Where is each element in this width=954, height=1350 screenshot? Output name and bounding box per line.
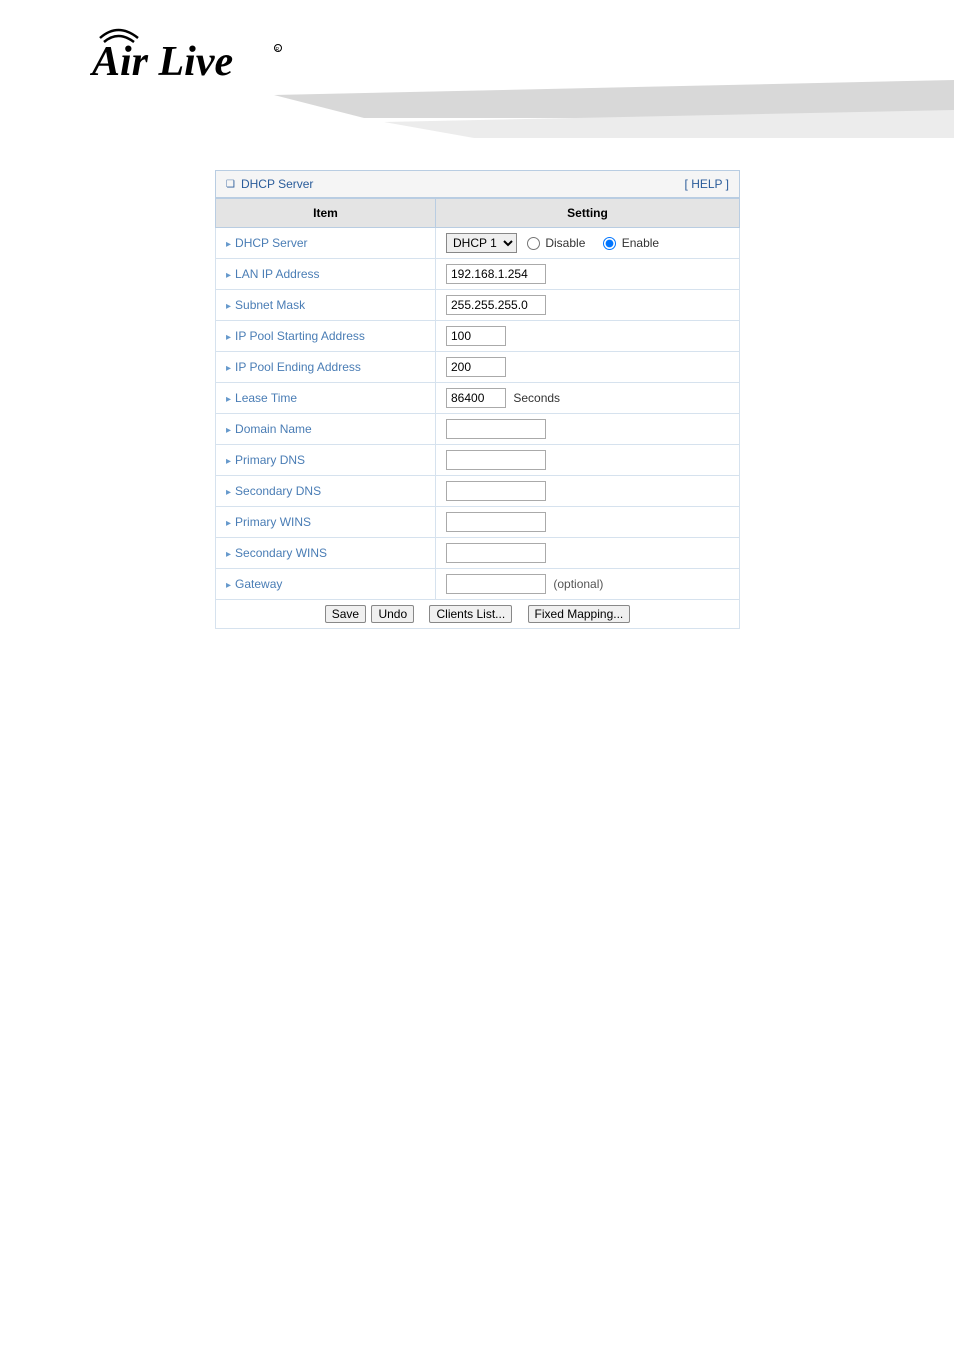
row-dhcp-server: ▸ DHCP Server DHCP 1 Disable Enable — [216, 228, 740, 259]
dhcp-select[interactable]: DHCP 1 — [446, 233, 517, 253]
arrow-icon: ▸ — [226, 518, 231, 529]
header-setting: Setting — [436, 199, 740, 228]
row-secondary-wins: ▸ Secondary WINS — [216, 538, 740, 569]
label-secondary-dns: Secondary DNS — [235, 484, 321, 498]
button-row: Save Undo Clients List... Fixed Mapping.… — [216, 600, 740, 629]
arrow-icon: ▸ — [226, 270, 231, 281]
input-pool-start[interactable] — [446, 326, 506, 346]
arrow-icon: ▸ — [226, 425, 231, 436]
gateway-optional: (optional) — [553, 577, 603, 591]
input-gateway[interactable] — [446, 574, 546, 594]
row-subnet: ▸ Subnet Mask — [216, 290, 740, 321]
row-gateway: ▸ Gateway (optional) — [216, 569, 740, 600]
arrow-icon: ▸ — [226, 394, 231, 405]
input-subnet[interactable] — [446, 295, 546, 315]
help-link[interactable]: [ HELP ] — [685, 177, 729, 191]
row-lease: ▸ Lease Time Seconds — [216, 383, 740, 414]
input-secondary-dns[interactable] — [446, 481, 546, 501]
brand-logo: Air Live R — [90, 20, 954, 85]
panel-title: DHCP Server — [241, 177, 313, 191]
input-primary-dns[interactable] — [446, 450, 546, 470]
page-header: Air Live R — [0, 0, 954, 130]
label-subnet: Subnet Mask — [235, 298, 305, 312]
arrow-icon: ▸ — [226, 332, 231, 343]
row-domain: ▸ Domain Name — [216, 414, 740, 445]
label-dhcp-server: DHCP Server — [235, 236, 307, 250]
arrow-icon: ▸ — [226, 301, 231, 312]
arrow-icon: ▸ — [226, 239, 231, 250]
row-pool-start: ▸ IP Pool Starting Address — [216, 321, 740, 352]
input-primary-wins[interactable] — [446, 512, 546, 532]
label-gateway: Gateway — [235, 577, 282, 591]
clients-list-button[interactable]: Clients List... — [429, 605, 512, 623]
arrow-icon: ▸ — [226, 363, 231, 374]
panel-title-bar: ❏ DHCP Server [ HELP ] — [215, 170, 740, 198]
undo-button[interactable]: Undo — [371, 605, 414, 623]
arrow-icon: ▸ — [226, 456, 231, 467]
save-button[interactable]: Save — [325, 605, 366, 623]
radio-enable-label[interactable]: Enable — [599, 236, 659, 250]
arrow-icon: ▸ — [226, 487, 231, 498]
label-lease: Lease Time — [235, 391, 297, 405]
label-pool-end: IP Pool Ending Address — [235, 360, 361, 374]
dhcp-server-panel: ❏ DHCP Server [ HELP ] Item Setting ▸ DHC… — [215, 170, 740, 629]
fixed-mapping-button[interactable]: Fixed Mapping... — [528, 605, 631, 623]
row-lan-ip: ▸ LAN IP Address — [216, 259, 740, 290]
row-pool-end: ▸ IP Pool Ending Address — [216, 352, 740, 383]
radio-enable[interactable] — [603, 237, 616, 250]
label-secondary-wins: Secondary WINS — [235, 546, 327, 560]
label-pool-start: IP Pool Starting Address — [235, 329, 365, 343]
header-item: Item — [216, 199, 436, 228]
label-domain: Domain Name — [235, 422, 312, 436]
arrow-icon: ▸ — [226, 549, 231, 560]
label-primary-dns: Primary DNS — [235, 453, 305, 467]
input-pool-end[interactable] — [446, 357, 506, 377]
row-primary-wins: ▸ Primary WINS — [216, 507, 740, 538]
input-lan-ip[interactable] — [446, 264, 546, 284]
table-header-row: Item Setting — [216, 199, 740, 228]
arrow-icon: ▸ — [226, 580, 231, 591]
panel-icon: ❏ — [226, 179, 235, 190]
radio-disable[interactable] — [527, 237, 540, 250]
row-secondary-dns: ▸ Secondary DNS — [216, 476, 740, 507]
svg-text:R: R — [276, 47, 280, 53]
label-primary-wins: Primary WINS — [235, 515, 311, 529]
svg-text:Air Live: Air Live — [90, 39, 233, 85]
label-lan-ip: LAN IP Address — [235, 267, 320, 281]
settings-table: Item Setting ▸ DHCP Server DHCP 1 Disable… — [215, 198, 740, 629]
radio-disable-label[interactable]: Disable — [523, 236, 585, 250]
header-swoosh-icon — [274, 80, 954, 140]
input-lease[interactable] — [446, 388, 506, 408]
lease-unit: Seconds — [513, 391, 560, 405]
input-domain[interactable] — [446, 419, 546, 439]
row-primary-dns: ▸ Primary DNS — [216, 445, 740, 476]
airlive-logo-icon: Air Live R — [90, 20, 290, 85]
input-secondary-wins[interactable] — [446, 543, 546, 563]
